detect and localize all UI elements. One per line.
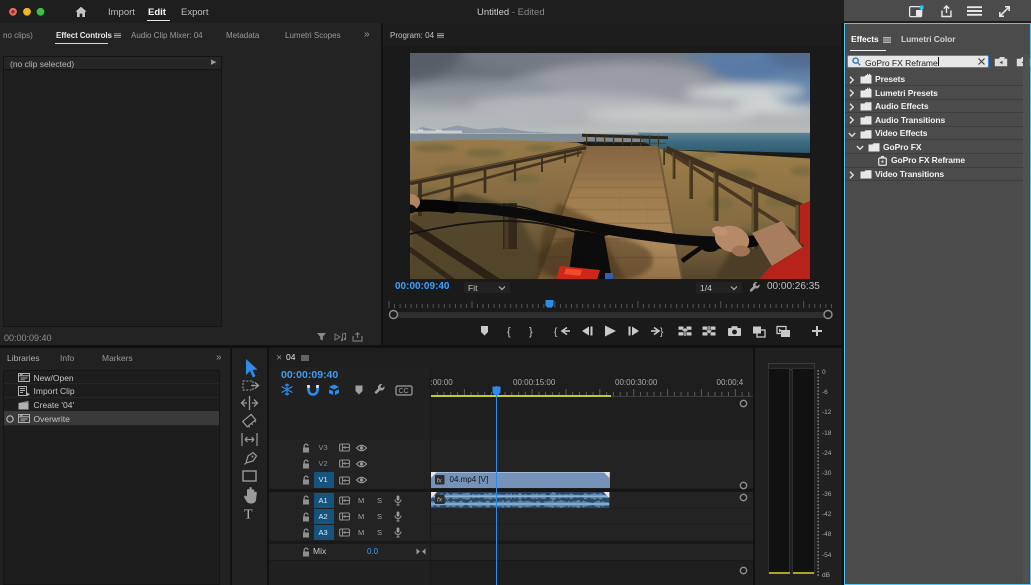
svg-text:T: T bbox=[244, 507, 253, 522]
svg-text:{: { bbox=[507, 326, 511, 338]
svg-text:CC: CC bbox=[399, 388, 409, 395]
svg-text:{: { bbox=[554, 327, 558, 338]
svg-text:}: } bbox=[660, 327, 664, 338]
svg-text:fx: fx bbox=[437, 497, 443, 504]
svg-text:}: } bbox=[529, 326, 533, 338]
